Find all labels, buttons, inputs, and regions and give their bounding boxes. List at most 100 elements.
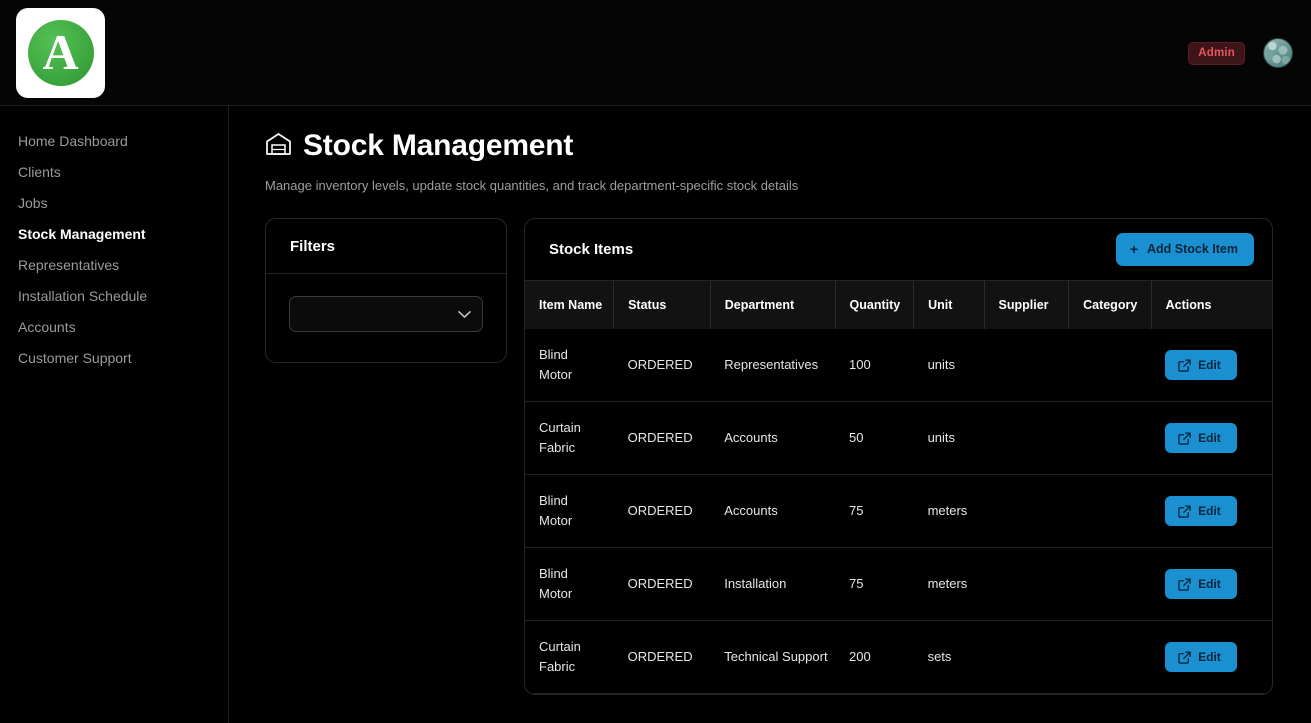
cell-supplier [984,620,1069,694]
cell-department-text: Representatives [724,357,819,372]
cell-unit: units [913,401,985,475]
cell-quantity: 50 [835,401,914,475]
cell-category [1068,401,1152,475]
edit-button-label: Edit [1198,504,1221,518]
table-row: Curtain Fabric ORDERED Accounts 50 units Edit [525,401,1272,475]
sidebar-item-stock-management[interactable]: Stock Management [0,219,228,250]
warehouse-icon [265,130,292,164]
header-actions: Admin [1188,0,1293,106]
cell-department-text: Accounts [724,430,778,445]
sidebar-nav: Home Dashboard Clients Jobs Stock Manage… [0,106,229,723]
cell-status: ORDERED [613,547,711,621]
page-subtitle: Manage inventory levels, update stock qu… [265,178,799,193]
column-header-status[interactable]: Status [613,281,711,329]
cell-category [1068,474,1152,548]
cell-category [1068,547,1152,621]
cell-department: Technical Support [710,620,836,694]
cell-department-text: Accounts [724,503,778,518]
column-header-supplier[interactable]: Supplier [984,281,1070,329]
cell-actions: Edit [1151,329,1272,402]
cell-supplier [984,474,1069,548]
cell-department: Representatives [710,329,836,402]
cell-actions: Edit [1151,401,1272,475]
cell-item-name-text: Blind Motor [539,347,573,382]
cell-unit: units [913,329,985,402]
cell-category [1068,620,1152,694]
cell-department: Accounts [710,474,836,548]
app-logo[interactable]: A [16,8,105,98]
column-header-quantity[interactable]: Quantity [835,281,915,329]
sidebar-item-clients[interactable]: Clients [0,157,228,188]
logo-letter: A [42,24,79,80]
table-row: Blind Motor ORDERED Representatives 100 unit… [525,329,1272,402]
filters-body [266,274,506,362]
cell-item-name: Blind Motor [525,474,614,548]
cell-status: ORDERED [613,620,711,694]
filters-title: Filters [266,219,506,274]
cell-department-text: Installation [724,576,787,591]
page-title-text: Stock Management [303,129,574,162]
edit-stock-item-button[interactable]: Edit [1165,350,1237,380]
cell-quantity: 75 [835,474,914,548]
column-header-actions[interactable]: Actions [1151,281,1272,329]
main-content: Stock Management Manage inventory levels… [229,106,1311,723]
cell-actions: Edit [1151,620,1272,694]
top-header-bar: A Admin [0,0,1311,106]
stock-items-panel: Stock Items + Add Stock Item Item Name S… [524,218,1273,695]
page-title: Stock Management [265,128,1273,164]
cell-item-name: Curtain Fabric [525,401,614,475]
chevron-down-icon [458,307,471,322]
cell-item-name-text: Blind Motor [539,493,573,528]
column-header-unit[interactable]: Unit [913,281,985,329]
cell-supplier [984,547,1069,621]
sidebar-item-home-dashboard[interactable]: Home Dashboard [0,126,228,157]
cell-status: ORDERED [613,401,711,475]
edit-square-icon [1178,358,1191,372]
stock-items-title: Stock Items [549,241,634,258]
column-header-department[interactable]: Department [710,281,836,329]
edit-button-label: Edit [1198,358,1221,372]
admin-role-badge: Admin [1188,41,1245,65]
edit-square-icon [1178,431,1191,445]
table-row: Blind Motor ORDERED Installation 75 meters Ed… [525,547,1272,621]
column-header-category[interactable]: Category [1068,281,1152,329]
edit-stock-item-button[interactable]: Edit [1165,496,1237,526]
edit-square-icon [1178,650,1191,664]
cell-quantity: 200 [835,620,914,694]
cell-unit: sets [913,620,985,694]
sidebar-item-representatives[interactable]: Representatives [0,250,228,281]
content-row: Filters Stock Items + Add Stock Item Ite… [265,218,1273,695]
cell-item-name-text: Blind Motor [539,566,573,601]
sidebar-item-customer-support[interactable]: Customer Support [0,343,228,374]
sidebar-item-accounts[interactable]: Accounts [0,312,228,343]
letter-a-logo-icon: A [27,20,94,86]
edit-square-icon [1178,577,1191,591]
sidebar-item-jobs[interactable]: Jobs [0,188,228,219]
cell-item-name-text: Curtain Fabric [539,639,581,674]
cell-item-name: Blind Motor [525,547,614,621]
department-filter-select[interactable] [289,296,483,332]
column-header-item-name[interactable]: Item Name [525,281,615,329]
user-avatar[interactable] [1263,38,1293,68]
cell-status: ORDERED [613,329,711,402]
table-header: Item Name Status Department Quantity Uni… [525,281,1272,329]
stock-items-table: Item Name Status Department Quantity Uni… [525,281,1272,694]
stock-items-header: Stock Items + Add Stock Item [525,219,1272,281]
add-stock-item-button[interactable]: + Add Stock Item [1115,233,1254,266]
cell-supplier [984,329,1069,402]
add-stock-item-label: Add Stock Item [1147,242,1238,256]
plus-icon: + [1129,241,1138,257]
table-header-row: Item Name Status Department Quantity Uni… [525,281,1272,329]
cell-department: Accounts [710,401,836,475]
cell-status: ORDERED [613,474,711,548]
edit-stock-item-button[interactable]: Edit [1165,569,1237,599]
cell-department-text: Technical Support [724,649,828,664]
table-row: Blind Motor ORDERED Accounts 75 meters Edit [525,474,1272,548]
cell-quantity: 75 [835,547,914,621]
cell-item-name-text: Curtain Fabric [539,420,581,455]
cell-item-name: Curtain Fabric [525,620,614,694]
sidebar-item-installation-schedule[interactable]: Installation Schedule [0,281,228,312]
edit-stock-item-button[interactable]: Edit [1165,423,1237,453]
cell-unit: meters [913,547,985,621]
edit-stock-item-button[interactable]: Edit [1165,642,1237,672]
